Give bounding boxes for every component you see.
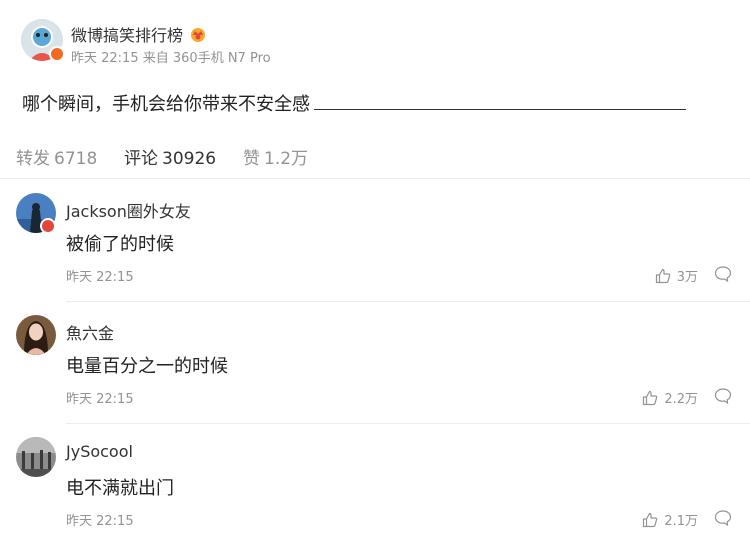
commenter-name[interactable]: Jackson圈外女友 <box>66 198 191 222</box>
like-count: 2.2万 <box>664 392 698 407</box>
thumbs-up-icon <box>655 268 670 283</box>
comment-text: 电量百分之一的时候 <box>66 356 228 377</box>
author-name[interactable]: 微博搞笑排行榜 <box>71 22 183 46</box>
blank-underline <box>314 92 686 110</box>
like-count: 3万 <box>676 270 698 285</box>
tab-comments[interactable]: 评论 30926 <box>124 144 216 169</box>
tab-comments-count: 30926 <box>162 149 217 169</box>
like-count: 2.1万 <box>664 514 698 529</box>
author-name-row: 微博搞笑排行榜 <box>71 22 207 46</box>
post-source: 来自 360手机 N7 Pro <box>142 51 271 66</box>
tabs-divider <box>0 178 750 179</box>
comment-time: 昨天 22:15 <box>66 270 134 285</box>
comment-item: Jackson圈外女友 被偷了的时候 昨天 22:15 3万 <box>0 180 750 302</box>
thumbs-up-icon <box>643 390 658 405</box>
tab-repost-count: 6718 <box>54 149 98 169</box>
tab-likes-count: 1.2万 <box>264 149 309 169</box>
commenter-avatar[interactable] <box>16 315 56 355</box>
comment-time: 昨天 22:15 <box>66 392 134 407</box>
verified-badge-icon <box>40 218 56 234</box>
post-time: 昨天 22:15 <box>71 51 139 66</box>
comment-bubble-icon[interactable] <box>714 265 732 283</box>
tab-likes-label: 赞 <box>243 149 260 169</box>
like-button[interactable]: 3万 <box>655 266 698 285</box>
post-header: 微博搞笑排行榜 昨天 22:15 来自 360手机 N7 Pro <box>0 0 750 80</box>
tab-repost-label: 转发 <box>16 149 50 169</box>
thumbs-up-icon <box>643 512 658 527</box>
like-button[interactable]: 2.1万 <box>642 510 698 529</box>
interaction-tabs: 转发 6718 评论 30926 赞 1.2万 <box>0 140 750 178</box>
comment-bubble-icon[interactable] <box>714 509 732 527</box>
tab-comments-label: 评论 <box>124 149 158 169</box>
author-avatar[interactable] <box>21 19 65 62</box>
comment-text: 电不满就出门 <box>66 478 174 499</box>
tab-repost[interactable]: 转发 6718 <box>16 144 97 169</box>
crown-icon <box>191 28 206 42</box>
verified-badge-icon <box>49 46 65 62</box>
commenter-avatar[interactable] <box>16 437 56 477</box>
comment-bubble-icon[interactable] <box>714 387 732 405</box>
comment-item: 魚六金 电量百分之一的时候 昨天 22:15 2.2万 <box>0 302 750 424</box>
tab-likes[interactable]: 赞 1.2万 <box>243 144 308 169</box>
comment-time: 昨天 22:15 <box>66 514 134 529</box>
comment-text: 被偷了的时候 <box>66 234 174 255</box>
post-body: 哪个瞬间，手机会给你带来不安全感 <box>22 90 686 116</box>
comment-item: JySocool 电不满就出门 昨天 22:15 2.1万 <box>0 424 750 543</box>
post-text: 哪个瞬间，手机会给你带来不安全感 <box>22 94 310 115</box>
commenter-name[interactable]: JySocool <box>66 442 133 461</box>
commenter-name[interactable]: 魚六金 <box>66 320 114 344</box>
like-button[interactable]: 2.2万 <box>642 388 698 407</box>
post-meta: 昨天 22:15 来自 360手机 N7 Pro <box>71 47 271 66</box>
